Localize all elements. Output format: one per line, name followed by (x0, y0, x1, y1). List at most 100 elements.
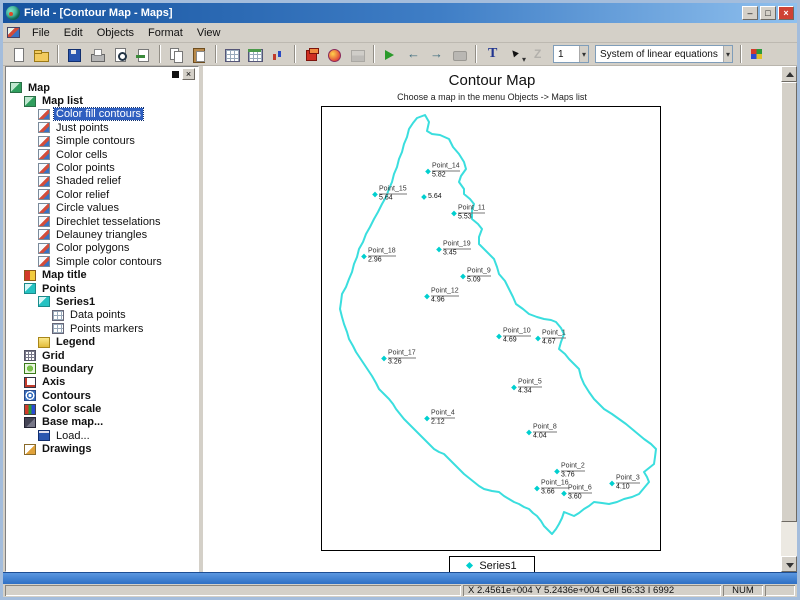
tree-item-base-map[interactable]: Base map... (6, 416, 198, 429)
tree-item-grid[interactable]: Grid (6, 349, 198, 362)
tree-item-simple-contours[interactable]: Simple contours (6, 135, 198, 148)
table-button[interactable] (222, 44, 243, 64)
paste-button[interactable] (189, 44, 210, 64)
map-point-point-18[interactable]: Point_18 2.96 (361, 248, 396, 265)
close-button[interactable]: × (778, 6, 794, 20)
toolbar-separator (57, 45, 59, 63)
new-button[interactable] (8, 44, 29, 64)
quick-color-button[interactable] (324, 44, 345, 64)
sheet-icon (247, 47, 264, 62)
menu-edit[interactable]: Edit (57, 24, 90, 42)
map-frame[interactable]: Point_14 5.82 Point_15 5.64 5.64 Point_11 5.53… (321, 106, 661, 551)
zoom-button[interactable] (380, 44, 401, 64)
tree-item-points[interactable]: Points (6, 282, 198, 295)
tree-item-color-fill-contours[interactable]: Color fill contours (6, 107, 198, 122)
open-button[interactable] (31, 44, 52, 64)
print-preview-button[interactable] (110, 44, 131, 64)
map-point-point-10[interactable]: Point_10 4.69 (496, 328, 531, 345)
tree-item-color-scale[interactable]: Color scale (6, 402, 198, 415)
tree-item-boundary[interactable]: Boundary (6, 362, 198, 375)
map-point-point-1[interactable]: Point_1 4.67 (535, 330, 566, 347)
scroll-thumb[interactable] (781, 82, 797, 522)
chevron-down-icon[interactable]: ▾ (722, 46, 732, 62)
canvas-title: Contour Map (448, 72, 536, 89)
legend-box[interactable]: Series1 (449, 556, 535, 572)
restore-button[interactable]: □ (760, 6, 776, 20)
export-button[interactable] (133, 44, 154, 64)
panel-dock-icon[interactable] (172, 70, 179, 78)
save-button[interactable] (64, 44, 85, 64)
color-grid-button[interactable] (747, 44, 768, 64)
chart-button[interactable] (268, 44, 289, 64)
map-point-point-5[interactable]: Point_5 4.34 (511, 379, 542, 396)
point-label: Point_12 (431, 287, 459, 297)
vertical-scrollbar[interactable] (781, 66, 797, 572)
point-value: 4.04 (533, 432, 547, 440)
map-list-icon (24, 95, 36, 107)
equation-method-select[interactable]: System of linear equations ▾ (595, 45, 733, 63)
menu-view[interactable]: View (190, 24, 228, 42)
view-3d-button[interactable] (301, 44, 322, 64)
tree-item-shaded-relief[interactable]: Shaded relief (6, 175, 198, 188)
tree-item-color-polygons[interactable]: Color polygons (6, 242, 198, 255)
pointer-icon (507, 47, 526, 64)
forward-button[interactable] (426, 44, 447, 64)
map-point-point-4[interactable]: Point_4 2.12 (424, 410, 455, 427)
map-point[interactable]: 5.64 (421, 193, 442, 201)
map-point-point-17[interactable]: Point_17 3.26 (381, 350, 416, 367)
tree-item-contours[interactable]: Contours (6, 389, 198, 402)
map-point-point-2[interactable]: Point_2 3.76 (554, 463, 585, 480)
tree-item-axis[interactable]: Axis (6, 376, 198, 389)
menu-file[interactable]: File (25, 24, 57, 42)
map-point-point-19[interactable]: Point_19 3.45 (436, 241, 471, 258)
map-point-point-9[interactable]: Point_9 5.09 (460, 268, 491, 285)
menu-objects[interactable]: Objects (90, 24, 141, 42)
tree-item-map[interactable]: Map (6, 81, 198, 94)
tree-item-map-list[interactable]: Map list (6, 94, 198, 107)
map-point-point-12[interactable]: Point_12 4.96 (424, 287, 459, 305)
horizontal-scrollbar[interactable] (3, 572, 797, 584)
tree-item-points-markers[interactable]: Points markers (6, 322, 198, 335)
tree-item-label: Just points (56, 121, 109, 134)
load-icon (38, 430, 50, 442)
contours-icon (24, 390, 36, 402)
tree-item-data-points[interactable]: Data points (6, 309, 198, 322)
line-width-spinner[interactable]: 1 ▾ (553, 45, 589, 63)
tree-item-simple-color-contours[interactable]: Simple color contours (6, 255, 198, 268)
pointer-tool-button[interactable] (505, 44, 526, 64)
tree-item-map-title[interactable]: Map title (6, 268, 198, 281)
scroll-up-button[interactable] (781, 66, 797, 82)
tree-item-legend[interactable]: Legend (6, 335, 198, 348)
tree-item-color-cells[interactable]: Color cells (6, 148, 198, 161)
panel-close-button[interactable]: × (182, 68, 195, 80)
chevron-down-icon[interactable]: ▾ (578, 46, 588, 62)
tree-item-color-relief[interactable]: Color relief (6, 188, 198, 201)
map-point-point-3[interactable]: Point_3 4.10 (609, 474, 640, 492)
point-label: Point_8 (533, 423, 557, 433)
tree-item-series1[interactable]: Series1 (6, 295, 198, 308)
map-point-point-6[interactable]: Point_6 3.60 (561, 485, 592, 502)
tree-item-color-points[interactable]: Color points (6, 161, 198, 174)
map-point-point-8[interactable]: Point_8 4.04 (526, 423, 557, 441)
map-point-point-14[interactable]: Point_14 5.82 (425, 163, 460, 180)
tree-item-drawings[interactable]: Drawings (6, 443, 198, 456)
print-button[interactable] (87, 44, 108, 64)
tree-item-direchlet-tesselations[interactable]: Direchlet tesselations (6, 215, 198, 228)
worksheet-button[interactable] (245, 44, 266, 64)
copy-icon (168, 47, 185, 63)
point-marker-icon (460, 273, 466, 279)
minimize-button[interactable]: – (742, 6, 758, 20)
tree-item-delauney-triangles[interactable]: Delauney triangles (6, 228, 198, 241)
menu-format[interactable]: Format (141, 24, 190, 42)
tree-item-circle-values[interactable]: Circle values (6, 202, 198, 215)
tree-item-load[interactable]: Load... (6, 429, 198, 442)
map-point-point-11[interactable]: Point_11 5.53 (451, 205, 486, 222)
text-tool-button[interactable] (482, 44, 503, 64)
map-point-point-15[interactable]: Point_15 5.64 (372, 186, 407, 203)
point-label: Point_3 (616, 474, 640, 484)
copy-button[interactable] (166, 44, 187, 64)
scroll-down-button[interactable] (781, 556, 797, 572)
back-button[interactable] (403, 44, 424, 64)
z-icon (530, 47, 547, 62)
tree-item-just-points[interactable]: Just points (6, 121, 198, 134)
